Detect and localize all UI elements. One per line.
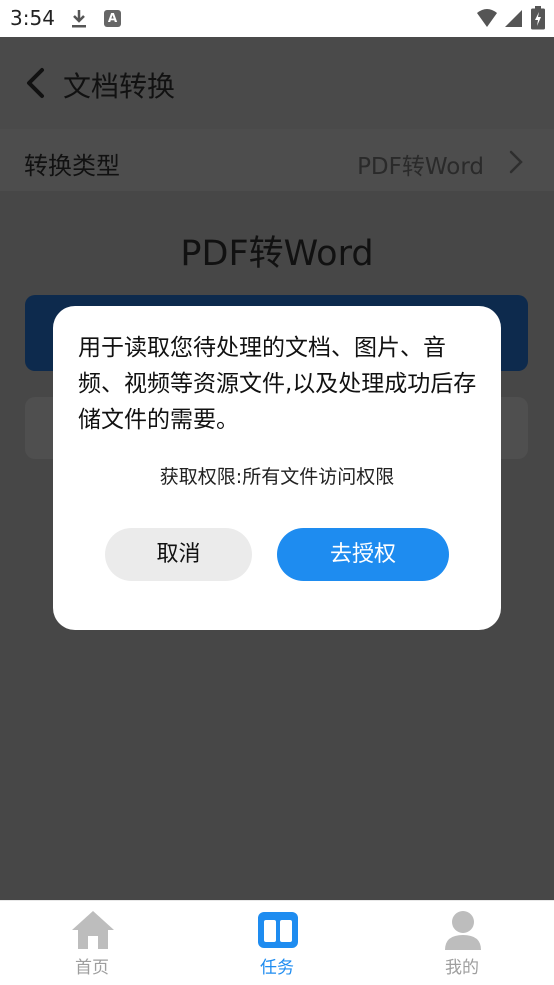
page-title: 文档转换 — [63, 70, 176, 103]
tab-home[interactable]: 首页 — [42, 901, 142, 985]
profile-icon — [440, 909, 486, 955]
download-icon — [70, 8, 88, 34]
tab-task[interactable]: 任务 — [227, 901, 327, 985]
battery-charging-icon — [531, 6, 545, 34]
tab-home-label: 首页 — [75, 958, 109, 978]
dialog-message: 用于读取您待处理的文档、图片、音频、视频等资源文件,以及处理成功后存储文件的需要… — [78, 335, 477, 433]
a-notification-icon: A — [104, 10, 121, 27]
conversion-type-row[interactable]: 转换类型 PDF转Word — [0, 129, 554, 191]
conversion-type-label: 转换类型 — [24, 152, 120, 180]
cancel-button[interactable]: 取消 — [105, 528, 252, 581]
signal-icon — [503, 8, 523, 32]
permission-dialog: 用于读取您待处理的文档、图片、音频、视频等资源文件,以及处理成功后存储文件的需要… — [53, 306, 501, 630]
home-icon — [70, 909, 116, 955]
back-arrow-icon[interactable] — [24, 67, 46, 103]
chevron-right-icon — [508, 149, 524, 179]
status-bar: 3:54 A — [0, 0, 554, 37]
wifi-icon — [476, 8, 498, 32]
permission-text: 获取权限:所有文件访问权限 — [159, 466, 395, 488]
conversion-title: PDF转Word — [180, 234, 374, 274]
tab-profile-label: 我的 — [445, 958, 479, 978]
conversion-type-value: PDF转Word — [357, 154, 484, 180]
bottom-tab-bar: 首页 任务 我的 — [0, 900, 554, 985]
authorize-button[interactable]: 去授权 — [277, 528, 449, 581]
task-icon — [255, 909, 301, 955]
status-time: 3:54 — [10, 6, 55, 30]
tab-profile[interactable]: 我的 — [412, 901, 512, 985]
app-header: 文档转换 — [0, 37, 554, 129]
tab-task-label: 任务 — [260, 958, 294, 978]
